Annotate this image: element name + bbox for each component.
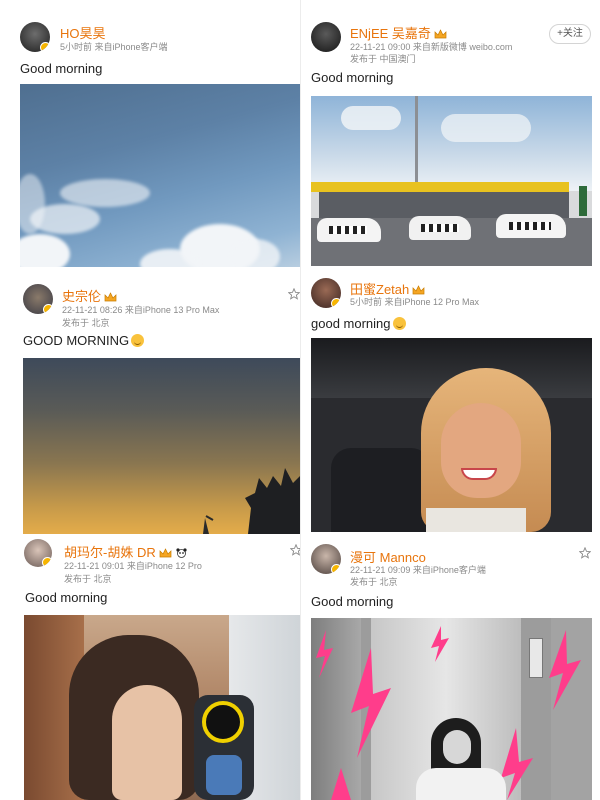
post-text: Good morning bbox=[311, 70, 394, 85]
post-text: Good morning bbox=[25, 590, 108, 605]
follow-button[interactable]: +关注 bbox=[549, 24, 591, 44]
post-text: GOOD MORNING bbox=[23, 333, 145, 348]
verified-badge-icon bbox=[43, 304, 53, 314]
post-meta: 5小时前 来自iPhone客户端 bbox=[60, 42, 168, 52]
feed-column-left: HO昊昊 5小时前 来自iPhone客户端 Good morning 史宗伦 2… bbox=[0, 0, 300, 800]
username-text: 史宗伦 bbox=[62, 289, 102, 304]
crown-icon bbox=[412, 285, 425, 295]
tongue-emoji-icon bbox=[392, 317, 406, 330]
post-photo-sky[interactable] bbox=[20, 84, 300, 267]
post-location: 发布于 北京 bbox=[350, 577, 398, 587]
post-text-content: good morning bbox=[311, 316, 391, 331]
favorite-star-icon[interactable] bbox=[290, 544, 300, 556]
post-photo-car-selfie[interactable] bbox=[311, 338, 592, 532]
post-photo-cars[interactable] bbox=[311, 96, 592, 266]
verified-badge-icon bbox=[331, 298, 341, 308]
post-text-content: GOOD MORNING bbox=[23, 333, 130, 348]
favorite-star-icon[interactable] bbox=[579, 547, 591, 559]
post-photo-mirror-selfie[interactable] bbox=[24, 615, 300, 800]
avatar[interactable] bbox=[311, 544, 341, 574]
crown-icon bbox=[434, 29, 447, 39]
cloud-shape bbox=[230, 239, 280, 267]
post-location: 发布于 北京 bbox=[64, 574, 112, 584]
cloud-shape bbox=[20, 234, 70, 267]
post-location: 发布于 北京 bbox=[62, 318, 110, 328]
panda-icon bbox=[176, 548, 187, 558]
verified-badge-icon bbox=[42, 557, 52, 567]
verified-badge-icon bbox=[331, 564, 341, 574]
crown-icon bbox=[104, 292, 117, 302]
post-text: good morning bbox=[311, 316, 406, 331]
crown-icon bbox=[159, 548, 172, 558]
cloud-shape bbox=[60, 179, 150, 207]
username-text: ENjEE 吴嘉奇 bbox=[350, 26, 431, 41]
avatar[interactable] bbox=[23, 284, 53, 314]
tree-silhouette-icon bbox=[203, 468, 300, 534]
post-meta: 22-11-21 08:26 来自iPhone 13 Pro Max bbox=[62, 305, 220, 315]
avatar[interactable] bbox=[24, 539, 52, 567]
post-meta: 5小时前 来自iPhone 12 Pro Max bbox=[350, 297, 480, 307]
post-photo-dusk[interactable] bbox=[23, 358, 300, 534]
post-text: Good morning bbox=[20, 61, 103, 76]
username-text: 胡玛尔-胡姝 DR bbox=[64, 545, 156, 560]
verified-badge-icon bbox=[40, 42, 50, 52]
avatar[interactable] bbox=[20, 22, 50, 52]
post-meta: 22-11-21 09:01 来自iPhone 12 Pro bbox=[64, 561, 202, 571]
feed-column-right: ENjEE 吴嘉奇 22-11-21 09:00 来自新版微博 weibo.co… bbox=[300, 0, 600, 800]
face-shape bbox=[441, 403, 521, 498]
smile-emoji-icon bbox=[131, 334, 145, 347]
post-photo-elevator[interactable] bbox=[311, 618, 592, 800]
post-location: 发布于 中国澳门 bbox=[350, 54, 416, 64]
post-text: Good morning bbox=[311, 594, 394, 609]
favorite-star-icon[interactable] bbox=[288, 288, 300, 300]
avatar[interactable] bbox=[311, 278, 341, 308]
avatar[interactable] bbox=[311, 22, 341, 52]
